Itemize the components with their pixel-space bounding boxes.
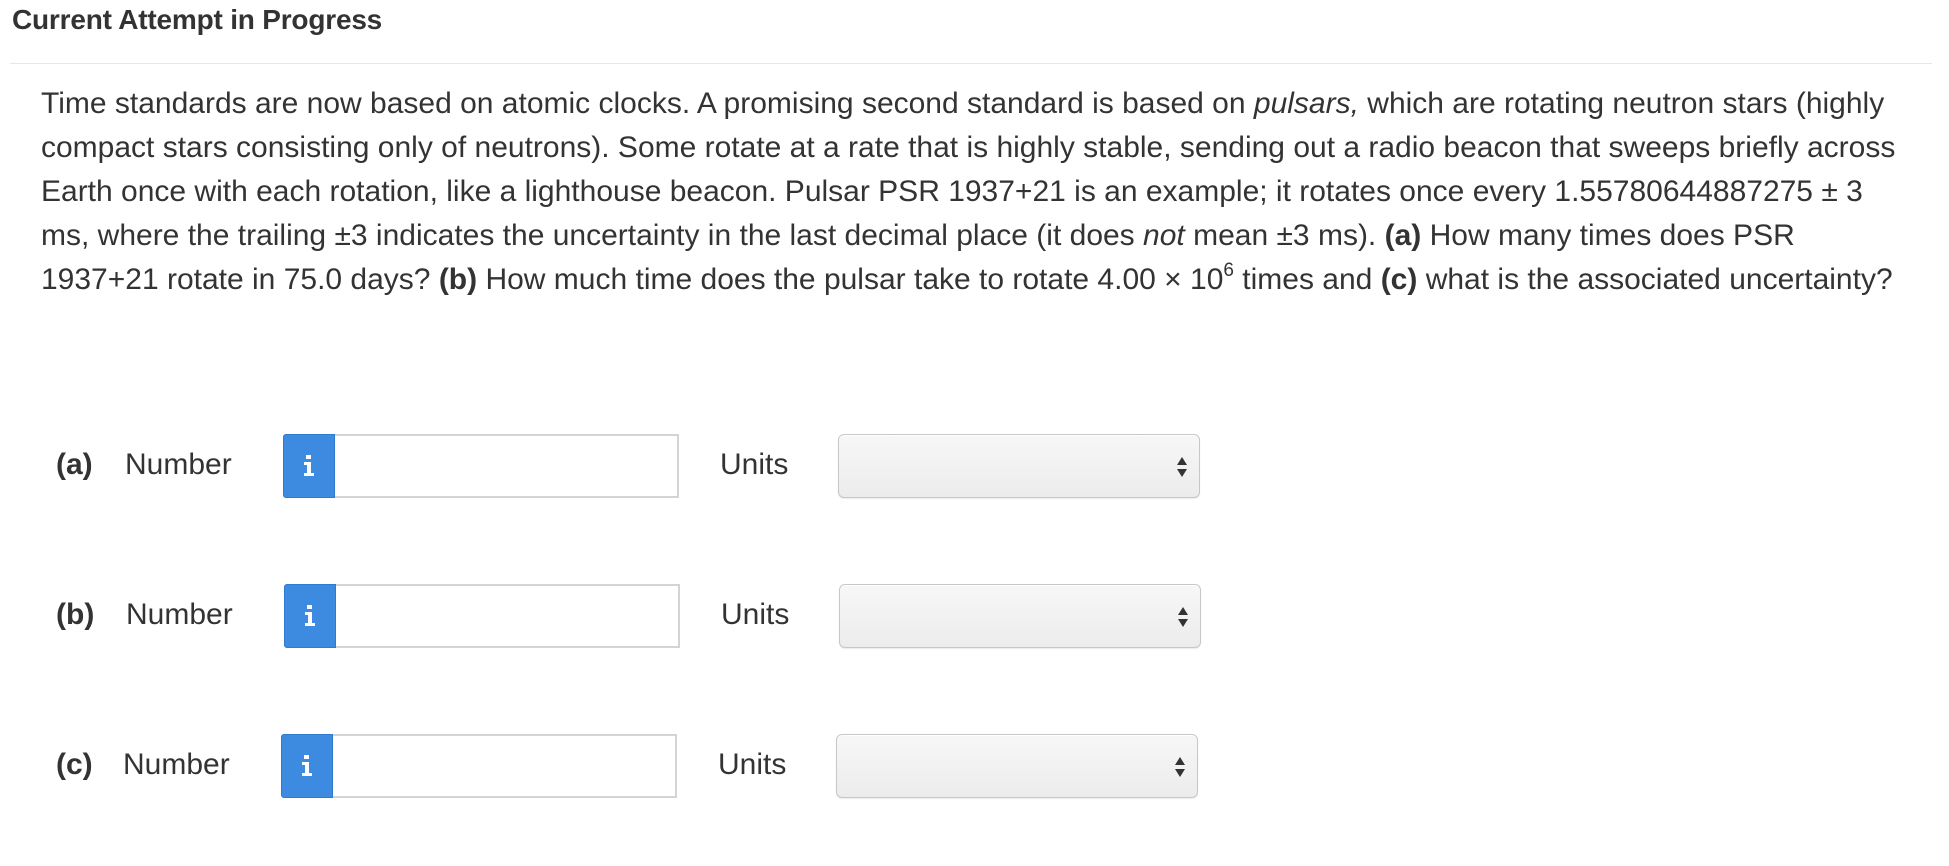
info-icon [305, 605, 315, 626]
units-label: Units [718, 748, 787, 781]
answer-row-b: (b) Number Units [0, 584, 1949, 650]
info-button[interactable] [284, 584, 336, 648]
number-label: Number [123, 748, 230, 781]
units-select[interactable] [836, 734, 1198, 798]
attempt-header: Current Attempt in Progress [10, 0, 1932, 64]
number-label: Number [126, 598, 233, 631]
select-arrows-icon [1175, 757, 1185, 777]
info-icon [302, 755, 312, 776]
part-b-text: times and [1233, 263, 1381, 296]
info-button[interactable] [283, 434, 335, 498]
units-label: Units [721, 598, 790, 631]
number-label: Number [125, 448, 232, 481]
answer-row-a: (a) Number Units [0, 434, 1949, 500]
number-input[interactable] [335, 434, 679, 498]
units-select[interactable] [838, 434, 1200, 498]
row-letter: (c) [56, 748, 93, 781]
row-letter: (b) [56, 598, 95, 631]
number-input[interactable] [333, 734, 677, 798]
info-button[interactable] [281, 734, 333, 798]
part-c-text: what is the associated uncertainty? [1417, 263, 1893, 296]
select-arrows-icon [1178, 607, 1188, 627]
question-emphasis: not [1143, 219, 1185, 252]
part-a-label: (a) [1384, 219, 1422, 252]
question-emphasis: pulsars, [1253, 87, 1359, 120]
units-select[interactable] [839, 584, 1201, 648]
part-b-text: How much time does the pulsar take to ro… [477, 263, 1224, 296]
exponent: 6 [1223, 260, 1234, 281]
question-text: Time standards are now based on atomic c… [41, 82, 1901, 302]
row-letter: (a) [56, 448, 93, 481]
question-text-part: Time standards are now based on atomic c… [41, 87, 1254, 120]
part-c-label: (c) [1380, 263, 1418, 296]
number-input[interactable] [336, 584, 680, 648]
info-icon [304, 455, 314, 476]
question-text-part: mean ±3 ms). [1184, 219, 1385, 252]
part-b-label: (b) [438, 263, 478, 296]
units-label: Units [720, 448, 789, 481]
answer-row-c: (c) Number Units [0, 734, 1949, 800]
select-arrows-icon [1177, 457, 1187, 477]
page-title: Current Attempt in Progress [12, 4, 383, 35]
